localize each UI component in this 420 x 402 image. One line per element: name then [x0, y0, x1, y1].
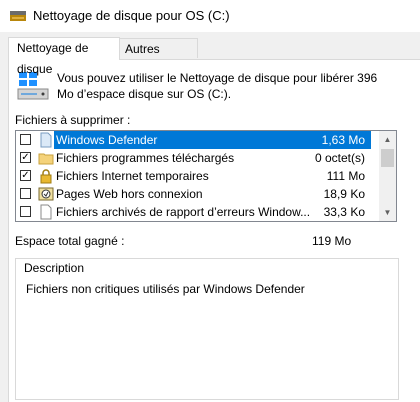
list-item[interactable]: ✓ Fichiers programmes téléchargés 0 octe… [16, 149, 371, 167]
description-group: Description Fichiers non critiques utili… [15, 258, 399, 400]
item-name: Fichiers programmes téléchargés [56, 151, 235, 165]
item-name: Windows Defender [56, 133, 158, 147]
window-title: Nettoyage de disque pour OS (C:) [33, 8, 230, 23]
list-item[interactable]: ✓ Fichiers Internet temporaires 111 Mo [16, 167, 371, 185]
description-text: Fichiers non critiques utilisés par Wind… [26, 282, 305, 296]
description-legend: Description [22, 261, 87, 275]
checkbox[interactable]: ✓ [20, 170, 31, 181]
item-name: Fichiers Internet temporaires [56, 169, 209, 183]
checkbox[interactable] [20, 188, 31, 199]
item-size: 1,63 Mo [321, 133, 365, 147]
item-size: 33,3 Ko [323, 205, 365, 219]
list-item[interactable]: Fichiers archivés de rapport d’erreurs W… [16, 203, 371, 221]
files-list[interactable]: Windows Defender 1,63 Mo ✓ Fichiers prog… [15, 130, 397, 222]
file-icon [40, 204, 52, 220]
title-bar: Nettoyage de disque pour OS (C:) [0, 0, 420, 33]
item-size: 18,9 Ko [323, 187, 365, 201]
scroll-down-icon[interactable]: ▼ [379, 204, 396, 221]
item-name: Pages Web hors connexion [56, 187, 203, 201]
checkbox[interactable] [20, 206, 31, 217]
scroll-thumb[interactable] [381, 149, 394, 167]
list-item[interactable]: Pages Web hors connexion 18,9 Ko [16, 185, 371, 203]
checkbox[interactable] [20, 134, 31, 145]
item-size: 111 Mo [326, 169, 365, 183]
total-space-value: 119 Mo [312, 234, 352, 248]
list-item[interactable]: Windows Defender 1,63 Mo [16, 131, 371, 149]
checkbox[interactable]: ✓ [20, 152, 31, 163]
item-name: Fichiers archivés de rapport d’erreurs W… [56, 205, 311, 219]
folder-icon [38, 153, 54, 165]
scroll-up-icon[interactable]: ▲ [379, 131, 396, 148]
intro-text: Vous pouvez utiliser le Nettoyage de dis… [57, 71, 378, 101]
window-body: Nettoyage de disque Autres options Vous … [0, 32, 420, 402]
total-space-label: Espace total gagné : [15, 234, 125, 248]
tab-more-options[interactable]: Autres options [120, 38, 198, 76]
disk-cleanup-icon [10, 11, 26, 21]
file-icon [40, 132, 52, 148]
tab-disk-cleanup[interactable]: Nettoyage de disque [8, 37, 120, 76]
lock-icon [40, 169, 52, 184]
files-to-delete-label: Fichiers à supprimer : [15, 113, 131, 127]
offline-pages-icon [38, 187, 54, 201]
vertical-scrollbar[interactable]: ▲ ▼ [379, 131, 396, 221]
item-size: 0 octet(s) [314, 151, 365, 165]
